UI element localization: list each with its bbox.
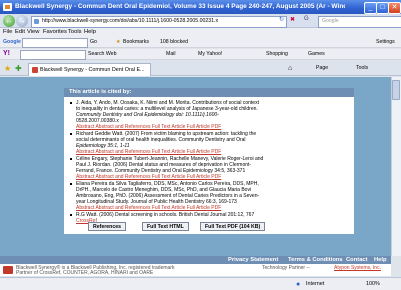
tab-blackwell-synergy[interactable]: Blackwell Synergy - Commun Dent Oral E..… [28,63,151,76]
address-input[interactable]: http://www.blackwell-synergy.com/doi/abs… [31,16,287,28]
menu-favorites[interactable]: Favorites [43,29,67,35]
menu-help[interactable]: Help [84,29,96,35]
forward-arrow-icon[interactable]: → [16,15,28,27]
citation-links[interactable]: Abstract Abstract and References Full Te… [76,149,346,155]
vertical-scrollbar[interactable] [391,77,401,256]
atypon-link[interactable]: Atypon Systems, Inc. [334,265,381,271]
search-web-button[interactable]: Search Web [88,51,116,57]
add-favorites-icon[interactable]: ✚ [15,64,22,73]
footer-copyright: Blackwell Synergy® is a Blackwell Publis… [0,264,391,276]
menu-view[interactable]: View [27,29,39,35]
browser-app-icon [3,3,12,11]
google-settings-button[interactable]: Settings [376,39,395,45]
references-button[interactable]: References [88,222,126,231]
citation-links[interactable]: Abstract Abstract and References Full Te… [76,205,346,211]
citation-item: Richard Geddie Watt. (2007) From victim … [70,131,346,155]
yahoo-toolbar: Y! Search Web Mail My Yahoo! Shopping Ga… [0,49,401,60]
cited-by-heading: This article is cited by: [64,88,354,97]
stop-icon[interactable]: ✖ [290,16,295,23]
yahoo-logo: Y! [3,50,10,57]
globe-icon: ● [296,281,301,288]
address-toolbar: ← → http://www.blackwell-synergy.com/doi… [0,14,401,28]
home-icon[interactable]: ⌂ [288,65,292,72]
help-link[interactable]: Help [374,257,387,263]
citation-item: J. Aida, Y. Ando, M. Oosaka, K. Niimi an… [70,100,346,130]
yahoo-search-input[interactable] [20,50,86,60]
menu-bar: File Edit View Favorites Tools Help [0,28,401,37]
popup-blocked-indicator[interactable]: 108 blocked [160,39,188,45]
mail-button[interactable]: Mail [166,51,176,57]
search-input[interactable]: Google [318,16,401,28]
star-icon: ★ [116,39,121,45]
page-menu[interactable]: Page [316,65,328,71]
close-button[interactable]: ✕ [388,2,401,14]
google-toolbar: Google Go ★ Bookmarks 108 blocked Settin… [0,37,401,48]
citation-links[interactable]: Abstract Abstract and References Full Te… [76,174,346,180]
privacy-link[interactable]: Privacy Statement [228,257,278,263]
tab-bar: ★ ✚ Blackwell Synergy - Commun Dent Oral… [0,61,401,76]
google-go-button[interactable]: Go [90,39,97,45]
window-title: Blackwell Synergy - Commun Dent Oral Epi… [15,3,345,10]
zoom-level[interactable]: 100% [366,281,380,287]
games-button[interactable]: Games [308,51,325,57]
scrollbar-thumb[interactable] [392,80,400,100]
back-arrow-icon[interactable]: ← [3,15,15,27]
citation-item: Céline Engary, Stephanie Tubert-Jeannin,… [70,156,346,180]
citation-item: Eliana Pereira da Silva Tagliaferro, DDS… [70,181,346,211]
refresh-icon[interactable]: ↻ [279,16,284,23]
citation-links[interactable]: Abstract Abstract and References Full Te… [76,124,346,130]
status-bar: ● Internet 100% [0,277,401,290]
blackwell-logo [3,266,13,274]
full-text-html-button[interactable]: Full Text HTML [142,222,189,231]
shopping-button[interactable]: Shopping [266,51,288,57]
menu-tools[interactable]: Tools [68,29,82,35]
terms-link[interactable]: Terms & Conditions [288,257,343,263]
my-yahoo-button[interactable]: My Yahoo! [198,51,222,57]
full-text-pdf-button[interactable]: Full Text PDF (104 KB) [200,222,266,231]
footer-nav: Privacy Statement Terms & Conditions Con… [0,256,391,264]
favorites-star-icon[interactable]: ★ [4,64,11,73]
google-logo: Google [3,39,21,45]
menu-edit[interactable]: Edit [15,29,25,35]
window-title-bar: Blackwell Synergy - Commun Dent Oral Epi… [0,0,401,14]
google-search-input[interactable] [22,38,88,48]
search-provider-icon[interactable]: G [304,16,309,22]
bookmarks-button[interactable]: Bookmarks [123,39,149,45]
tools-menu[interactable]: Tools [356,65,368,71]
security-zone-label: Internet [306,281,325,287]
contact-link[interactable]: Contact [346,257,368,263]
menu-file[interactable]: File [3,29,12,35]
